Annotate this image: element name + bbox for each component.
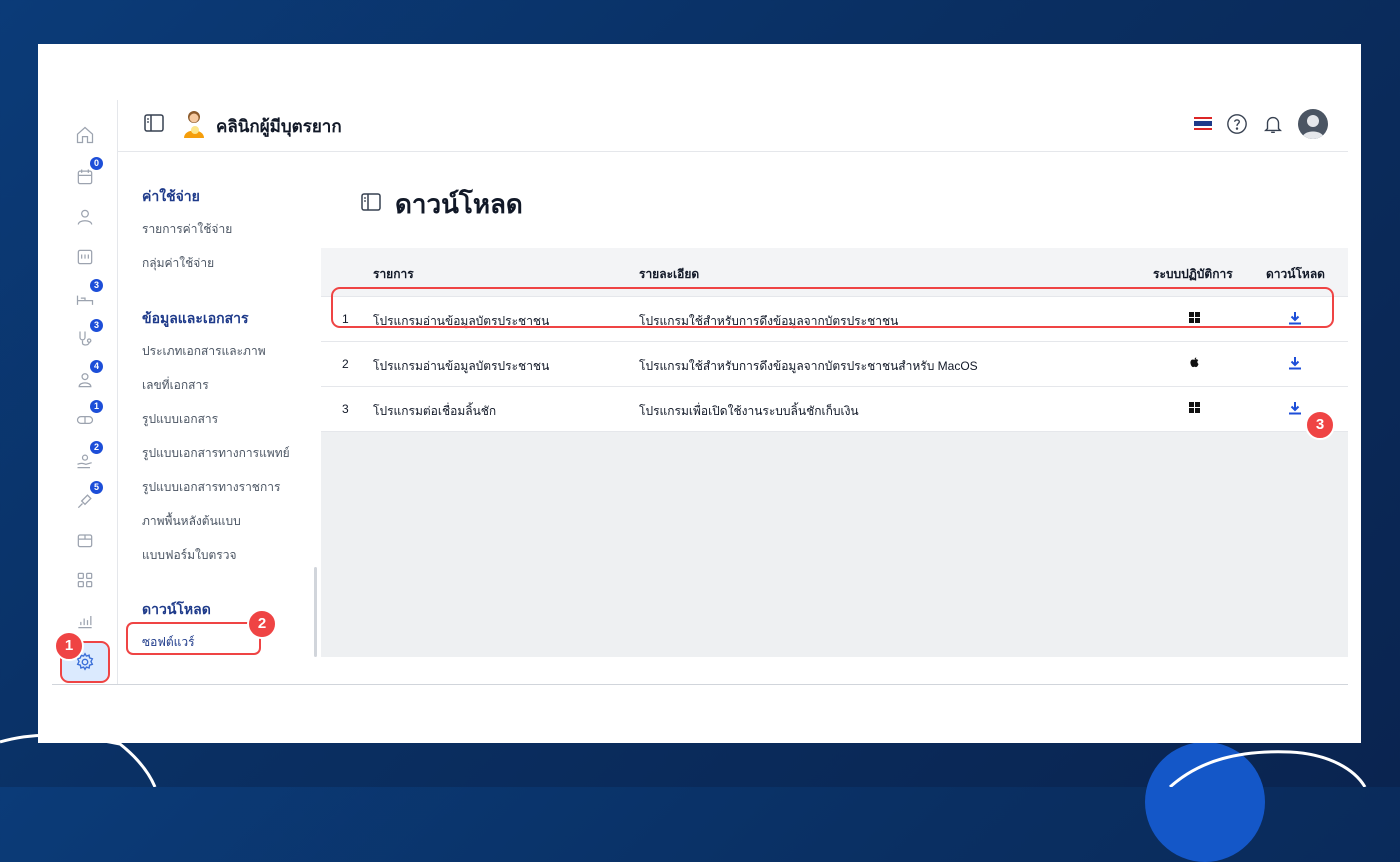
section-title-download: ดาวน์โหลด	[142, 601, 211, 617]
submenu-item-doc-numbers[interactable]: เลขที่เอกสาร	[142, 376, 209, 395]
column-header-item: รายการ	[373, 267, 414, 281]
submenu-item-doc-types[interactable]: ประเภทเอกสารและภาพ	[142, 342, 266, 361]
home-icon[interactable]	[70, 120, 100, 150]
help-icon[interactable]	[1226, 113, 1248, 135]
syringe-icon[interactable]: 5	[70, 480, 104, 516]
badge-count: 0	[89, 156, 104, 171]
id-card-icon[interactable]	[70, 242, 100, 272]
submenu-item-exam-form[interactable]: แบบฟอร์มใบตรวจ	[142, 546, 237, 565]
submenu-item-expense-list[interactable]: รายการค่าใช้จ่าย	[142, 220, 232, 239]
pill-icon[interactable]: 1	[70, 399, 104, 435]
page-title: ดาวน์โหลด	[395, 189, 523, 219]
row-detail: โปรแกรมใช้สำหรับการดึงข้อมูลจากบัตรประชา…	[639, 359, 978, 373]
stethoscope-icon[interactable]: 3	[70, 318, 104, 354]
badge-count: 3	[89, 278, 104, 293]
calendar-icon[interactable]: 0	[70, 156, 104, 192]
badge-count: 5	[89, 480, 104, 495]
table-row: 3 โปรแกรมต่อเชื่อมลิ้นชัก โปรแกรมเพื่อเป…	[321, 387, 1348, 432]
apple-icon	[1190, 357, 1199, 368]
row-number: 3	[342, 402, 349, 416]
submenu-item-expense-group[interactable]: กลุ่มค่าใช้จ่าย	[142, 254, 214, 273]
badge-count: 2	[89, 440, 104, 455]
badge-count: 4	[89, 359, 104, 374]
bed-icon[interactable]: 3	[70, 278, 104, 314]
submenu-item-medical-doc-format[interactable]: รูปแบบเอกสารทางการแพทย์	[142, 444, 290, 463]
user-icon[interactable]	[70, 202, 100, 232]
row-name: โปรแกรมอ่านข้อมูลบัตรประชาชน	[373, 359, 550, 373]
submenu-item-background-template[interactable]: ภาพพื้นหลังต้นแบบ	[142, 512, 241, 531]
hand-care-icon[interactable]: 2	[70, 440, 104, 476]
badge-count: 3	[89, 318, 104, 333]
main-content: ดาวน์โหลด รายการ รายละเอียด ระบบปฏิบัติก…	[321, 152, 1348, 657]
badge-count: 1	[89, 399, 104, 414]
top-header: คลินิกผู้มีบุตรยาก	[118, 100, 1348, 152]
windows-icon	[1189, 402, 1200, 413]
avatar[interactable]	[1298, 109, 1328, 139]
step-marker-1: 1	[54, 631, 84, 661]
patient-icon[interactable]: 4	[70, 359, 104, 395]
submenu-item-label: ซอฟต์แวร์	[142, 635, 195, 649]
clinic-logo-icon	[184, 111, 204, 138]
download-button[interactable]	[1288, 356, 1302, 370]
grid-icon[interactable]	[70, 565, 100, 595]
column-header-os: ระบบปฏิบัติการ	[1153, 267, 1233, 281]
submenu-item-official-doc-format[interactable]: รูปแบบเอกสารทางราชการ	[142, 478, 280, 497]
header-actions	[1194, 108, 1328, 140]
row-detail: โปรแกรมเพื่อเปิดใช้งานระบบลิ้นชักเก็บเงิ…	[639, 404, 859, 418]
page-header: ดาวน์โหลด	[321, 152, 1348, 248]
bell-icon[interactable]	[1262, 113, 1284, 135]
submenu-item-doc-format[interactable]: รูปแบบเอกสาร	[142, 410, 218, 429]
download-icon	[1289, 357, 1301, 370]
column-header-download: ดาวน์โหลด	[1266, 267, 1325, 281]
row-name: โปรแกรมต่อเชื่อมลิ้นชัก	[373, 404, 497, 418]
row-highlight	[331, 287, 1334, 328]
thai-flag-icon[interactable]	[1194, 117, 1212, 131]
user-avatar-icon	[1302, 115, 1324, 139]
box-icon[interactable]	[70, 525, 100, 555]
divider	[52, 684, 1348, 685]
icon-rail: 0 3 3 4 1 2 5	[52, 100, 118, 684]
download-button[interactable]	[1288, 401, 1302, 415]
step-marker-3: 3	[1305, 410, 1335, 440]
section-title-documents: ข้อมูลและเอกสาร	[142, 310, 249, 326]
row-number: 2	[342, 357, 349, 371]
clinic-name[interactable]: คลินิกผู้มีบุตรยาก	[216, 113, 342, 140]
download-icon	[1289, 402, 1301, 415]
settings-submenu: ค่าใช้จ่าย รายการค่าใช้จ่าย กลุ่มค่าใช้จ…	[118, 152, 320, 657]
step-marker-2: 2	[247, 609, 277, 639]
submenu-item-software[interactable]: ซอฟต์แวร์	[126, 622, 261, 655]
sidebar-toggle-icon[interactable]	[144, 114, 164, 132]
section-title-expenses: ค่าใช้จ่าย	[142, 188, 200, 204]
table-row: 2 โปรแกรมอ่านข้อมูลบัตรประชาชน โปรแกรมใช…	[321, 342, 1348, 387]
submenu-scrollbar[interactable]	[314, 567, 317, 657]
panel-icon[interactable]	[361, 193, 381, 211]
column-header-detail: รายละเอียด	[639, 267, 700, 281]
downloads-table: รายการ รายละเอียด ระบบปฏิบัติการ ดาวน์โห…	[321, 248, 1348, 432]
